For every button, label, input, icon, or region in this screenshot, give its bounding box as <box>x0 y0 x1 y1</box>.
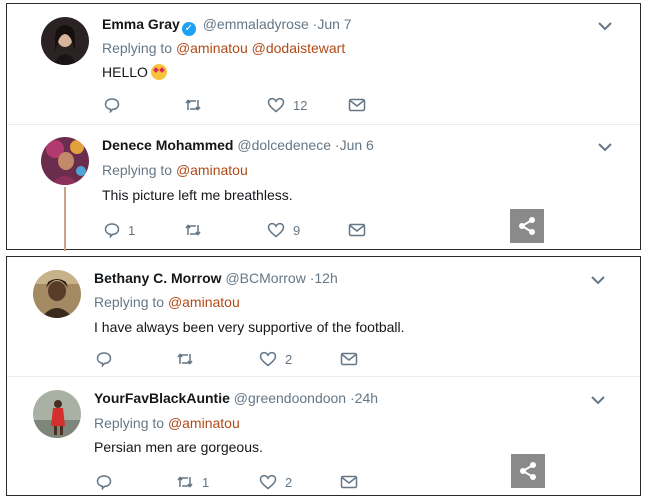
retweet-button[interactable] <box>184 221 210 239</box>
tweet-actions: 12 <box>104 96 374 114</box>
chevron-down-icon[interactable] <box>590 394 606 406</box>
mention-link[interactable]: @aminatou <box>168 294 240 310</box>
heart-icon <box>267 97 285 113</box>
direct-message-button[interactable] <box>348 221 366 239</box>
replying-to: Replying to @aminatou @dodaistewart <box>102 40 345 56</box>
like-count: 12 <box>293 97 308 113</box>
reply-icon <box>104 98 120 113</box>
tweet-emma-gray[interactable]: Emma Gray ✓ @emmaladyrose ·Jun 7 Replying… <box>7 4 640 124</box>
retweet-icon <box>177 353 193 365</box>
chevron-down-icon[interactable] <box>597 20 613 32</box>
replying-label: Replying to <box>102 40 173 56</box>
user-handle[interactable]: @BCMorrow <box>225 270 305 286</box>
reply-button[interactable] <box>96 473 120 491</box>
avatar[interactable] <box>33 270 81 318</box>
timestamp[interactable]: Jun 7 <box>317 16 351 32</box>
like-button[interactable]: 9 <box>267 221 300 239</box>
envelope-icon <box>348 223 366 237</box>
timestamp[interactable]: 24h <box>355 390 378 406</box>
heart-icon <box>259 474 277 490</box>
avatar[interactable] <box>41 137 89 185</box>
timestamp[interactable]: Jun 6 <box>340 137 374 153</box>
tweet-actions: 1 9 <box>104 221 374 239</box>
tweet-header: Emma Gray ✓ @emmaladyrose ·Jun 7 <box>102 16 352 36</box>
reply-count: 1 <box>128 222 136 238</box>
reply-button[interactable]: 1 <box>104 221 135 239</box>
display-name[interactable]: Bethany C. Morrow <box>94 270 222 286</box>
user-handle[interactable]: @greendoondoon <box>234 390 346 406</box>
replying-label: Replying to <box>102 162 173 178</box>
mention-link[interactable]: @aminatou <box>168 415 240 431</box>
like-count: 2 <box>285 351 293 367</box>
retweet-count: 1 <box>202 474 210 490</box>
tweet-actions: 1 2 <box>96 473 366 491</box>
replying-to: Replying to @aminatou <box>94 415 240 431</box>
like-button[interactable]: 2 <box>259 350 292 368</box>
retweet-button[interactable]: 1 <box>176 473 209 491</box>
reply-button[interactable] <box>104 96 128 114</box>
chevron-down-icon[interactable] <box>590 274 606 286</box>
tweet-header: YourFavBlackAuntie @greendoondoon ·24h <box>94 390 378 406</box>
share-button[interactable] <box>510 209 544 243</box>
heart-icon <box>259 351 277 367</box>
thread-line <box>64 187 66 251</box>
avatar[interactable] <box>33 390 81 438</box>
tweet-text: I have always been very supportive of th… <box>94 319 405 335</box>
tweet-denece-mohammed[interactable]: Denece Mohammed @dolcedenece ·Jun 6 Repl… <box>7 125 640 251</box>
tweet-actions: 2 <box>96 350 366 368</box>
mention-link[interactable]: @aminatou <box>176 40 248 56</box>
screenshot-panel-top: Emma Gray ✓ @emmaladyrose ·Jun 7 Replying… <box>6 3 641 251</box>
like-button[interactable]: 2 <box>259 473 292 491</box>
retweet-button[interactable] <box>184 96 210 114</box>
replying-label: Replying to <box>94 415 165 431</box>
user-handle[interactable]: @dolcedenece <box>237 137 331 153</box>
envelope-icon <box>340 352 358 366</box>
screenshot-panel-bottom: Bethany C. Morrow @BCMorrow ·12h Replyin… <box>6 256 641 496</box>
envelope-icon <box>340 475 358 489</box>
retweet-icon <box>185 224 201 236</box>
direct-message-button[interactable] <box>340 350 358 368</box>
share-icon <box>519 217 535 235</box>
replying-to: Replying to @aminatou <box>94 294 240 310</box>
reply-icon <box>96 352 112 367</box>
like-count: 2 <box>285 474 293 490</box>
display-name[interactable]: Emma Gray <box>102 16 180 32</box>
share-button[interactable] <box>511 454 545 488</box>
heart-icon <box>267 222 285 238</box>
display-name[interactable]: Denece Mohammed <box>102 137 233 153</box>
verified-badge-icon: ✓ <box>181 22 196 36</box>
timestamp[interactable]: 12h <box>314 270 337 286</box>
display-name[interactable]: YourFavBlackAuntie <box>94 390 230 406</box>
share-icon <box>520 462 536 480</box>
star-struck-emoji-icon <box>150 64 167 80</box>
user-handle[interactable]: @emmaladyrose <box>203 16 309 32</box>
mention-link[interactable]: @dodaistewart <box>252 40 346 56</box>
direct-message-button[interactable] <box>340 473 358 491</box>
tweet-text: HELLO <box>102 64 167 80</box>
tweet-header: Bethany C. Morrow @BCMorrow ·12h <box>94 270 338 286</box>
retweet-button[interactable] <box>176 350 202 368</box>
reply-icon <box>96 475 112 490</box>
tweet-bethany-morrow[interactable]: Bethany C. Morrow @BCMorrow ·12h Replyin… <box>7 257 640 376</box>
envelope-icon <box>348 98 366 112</box>
reply-button[interactable] <box>96 350 120 368</box>
retweet-icon <box>185 99 201 111</box>
retweet-icon <box>177 476 193 488</box>
avatar[interactable] <box>41 17 89 65</box>
tweet-yourfavblackauntie[interactable]: YourFavBlackAuntie @greendoondoon ·24h R… <box>7 377 640 495</box>
tweet-body: HELLO <box>102 64 148 80</box>
mention-link[interactable]: @aminatou <box>176 162 248 178</box>
tweet-text: This picture left me breathless. <box>102 187 293 203</box>
direct-message-button[interactable] <box>348 96 366 114</box>
tweet-header: Denece Mohammed @dolcedenece ·Jun 6 <box>102 137 374 153</box>
replying-to: Replying to @aminatou <box>102 162 248 178</box>
replying-label: Replying to <box>94 294 165 310</box>
like-count: 9 <box>293 222 301 238</box>
tweet-text: Persian men are gorgeous. <box>94 439 263 455</box>
chevron-down-icon[interactable] <box>597 141 613 153</box>
reply-icon <box>104 223 120 238</box>
like-button[interactable]: 12 <box>267 96 307 114</box>
